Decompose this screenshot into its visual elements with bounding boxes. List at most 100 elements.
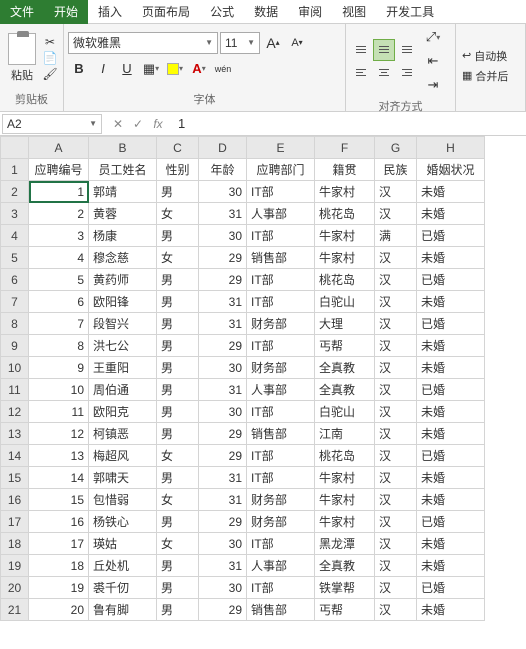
cell[interactable]: 男 [157, 313, 199, 335]
italic-button[interactable]: I [92, 58, 114, 80]
cell[interactable]: 男 [157, 225, 199, 247]
cell[interactable]: 梅超风 [89, 445, 157, 467]
cell[interactable]: 12 [29, 423, 89, 445]
cell[interactable]: 男 [157, 423, 199, 445]
menu-file[interactable]: 文件 [0, 0, 44, 24]
header-cell[interactable]: 年龄 [199, 159, 247, 181]
cell[interactable]: 全真教 [315, 357, 375, 379]
cell[interactable]: 段智兴 [89, 313, 157, 335]
cell[interactable]: 未婚 [417, 203, 485, 225]
cell[interactable]: 29 [199, 335, 247, 357]
cell[interactable]: 销售部 [247, 599, 315, 621]
cell[interactable]: 郭啸天 [89, 467, 157, 489]
cell[interactable]: 财务部 [247, 489, 315, 511]
cell[interactable]: 销售部 [247, 423, 315, 445]
cell[interactable]: 桃花岛 [315, 203, 375, 225]
increase-indent-button[interactable]: ⇥ [422, 74, 444, 96]
row-header[interactable]: 4 [1, 225, 29, 247]
align-right-button[interactable] [396, 62, 418, 84]
cell[interactable]: 牛家村 [315, 467, 375, 489]
cell[interactable]: 黑龙潭 [315, 533, 375, 555]
cell[interactable]: 汉 [375, 577, 417, 599]
header-cell[interactable]: 民族 [375, 159, 417, 181]
cell[interactable]: 男 [157, 379, 199, 401]
cell[interactable]: 6 [29, 291, 89, 313]
cell[interactable]: 男 [157, 291, 199, 313]
cell[interactable]: 牛家村 [315, 489, 375, 511]
cell[interactable]: 黄蓉 [89, 203, 157, 225]
cell[interactable]: 包惜弱 [89, 489, 157, 511]
cell[interactable]: 汉 [375, 533, 417, 555]
cell[interactable]: IT部 [247, 577, 315, 599]
cell[interactable]: 桃花岛 [315, 445, 375, 467]
cell[interactable]: 19 [29, 577, 89, 599]
cell[interactable]: 汉 [375, 423, 417, 445]
row-header[interactable]: 21 [1, 599, 29, 621]
cell[interactable]: IT部 [247, 445, 315, 467]
cell[interactable]: 杨康 [89, 225, 157, 247]
cell[interactable]: 汉 [375, 467, 417, 489]
cell[interactable]: 男 [157, 511, 199, 533]
font-name-select[interactable]: 微软雅黑 ▼ [68, 32, 218, 54]
menu-tab-0[interactable]: 开始 [44, 0, 88, 24]
cell[interactable]: 3 [29, 225, 89, 247]
cell[interactable]: 汉 [375, 555, 417, 577]
row-header[interactable]: 6 [1, 269, 29, 291]
row-header[interactable]: 1 [1, 159, 29, 181]
cell[interactable]: 4 [29, 247, 89, 269]
cell[interactable]: 未婚 [417, 423, 485, 445]
header-cell[interactable]: 籍贯 [315, 159, 375, 181]
menu-tab-2[interactable]: 页面布局 [132, 0, 200, 24]
cell[interactable]: 洪七公 [89, 335, 157, 357]
row-header[interactable]: 11 [1, 379, 29, 401]
menu-tab-3[interactable]: 公式 [200, 0, 244, 24]
cell[interactable]: 桃花岛 [315, 269, 375, 291]
cell[interactable]: 14 [29, 467, 89, 489]
cell[interactable]: 王重阳 [89, 357, 157, 379]
formula-input[interactable]: 1 [172, 114, 526, 134]
font-color-button[interactable]: A▾ [188, 58, 210, 80]
cell[interactable]: 男 [157, 555, 199, 577]
header-cell[interactable]: 应聘编号 [29, 159, 89, 181]
cell[interactable]: IT部 [247, 335, 315, 357]
cell[interactable]: 18 [29, 555, 89, 577]
cell[interactable]: 5 [29, 269, 89, 291]
cell[interactable]: 汉 [375, 335, 417, 357]
cell[interactable]: 31 [199, 203, 247, 225]
cell[interactable]: 牛家村 [315, 225, 375, 247]
cell[interactable]: 女 [157, 489, 199, 511]
cell[interactable]: 全真教 [315, 379, 375, 401]
cell[interactable]: 30 [199, 357, 247, 379]
cell[interactable]: 汉 [375, 379, 417, 401]
cell[interactable]: 铁掌帮 [315, 577, 375, 599]
cell[interactable]: 男 [157, 181, 199, 203]
fx-icon[interactable]: fx [150, 117, 166, 131]
cell[interactable]: 汉 [375, 247, 417, 269]
cell[interactable]: 丐帮 [315, 599, 375, 621]
cell[interactable]: 汉 [375, 269, 417, 291]
cell[interactable]: 汉 [375, 401, 417, 423]
cell[interactable]: 未婚 [417, 555, 485, 577]
cell[interactable]: 已婚 [417, 269, 485, 291]
cell[interactable]: 11 [29, 401, 89, 423]
row-header[interactable]: 5 [1, 247, 29, 269]
cell[interactable]: 女 [157, 533, 199, 555]
phonetic-button[interactable]: wén [212, 58, 234, 80]
orientation-button[interactable]: ⤢▾ [422, 26, 444, 48]
cell[interactable]: 郭靖 [89, 181, 157, 203]
align-center-button[interactable] [373, 62, 395, 84]
cell[interactable]: 汉 [375, 445, 417, 467]
cell[interactable]: 未婚 [417, 247, 485, 269]
cell[interactable]: 裘千仞 [89, 577, 157, 599]
cell[interactable]: 人事部 [247, 379, 315, 401]
cell[interactable]: 男 [157, 335, 199, 357]
cell[interactable]: 9 [29, 357, 89, 379]
column-header[interactable]: H [417, 137, 485, 159]
cell[interactable]: 女 [157, 247, 199, 269]
column-header[interactable]: B [89, 137, 157, 159]
fill-color-button[interactable]: ▾ [164, 58, 186, 80]
column-header[interactable]: G [375, 137, 417, 159]
cell[interactable]: IT部 [247, 467, 315, 489]
row-header[interactable]: 7 [1, 291, 29, 313]
cell[interactable]: 31 [199, 555, 247, 577]
